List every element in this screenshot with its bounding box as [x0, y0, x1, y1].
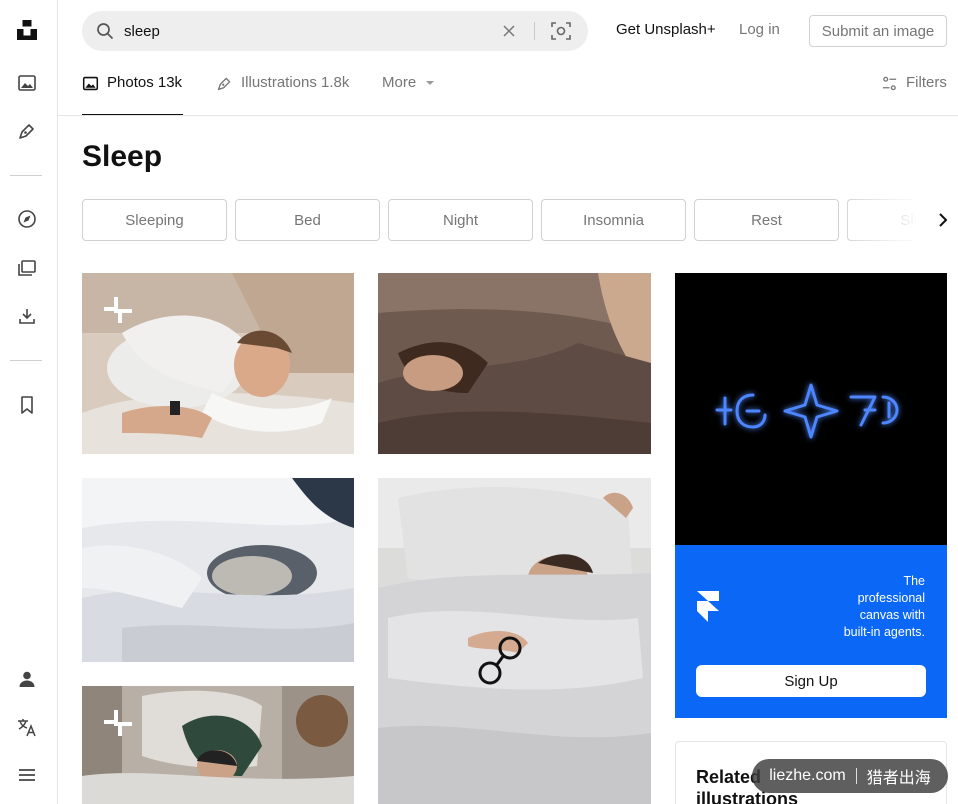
- ad-copy-line: built-in agents.: [843, 625, 925, 639]
- ad-copy: The professional canvas with built-in ag…: [775, 573, 925, 641]
- tab-more[interactable]: More: [382, 74, 436, 116]
- tab-photos[interactable]: Photos 13k: [82, 74, 183, 116]
- chevron-right-icon[interactable]: [933, 210, 953, 230]
- user-icon[interactable]: [14, 666, 40, 692]
- ad-copy-line: canvas with: [859, 608, 925, 622]
- download-icon[interactable]: [14, 303, 40, 329]
- filters-button[interactable]: Filters: [881, 74, 947, 116]
- ad-copy-line: The: [903, 574, 925, 588]
- submit-image-button[interactable]: Submit an image: [809, 15, 947, 47]
- ad-sign-up-button[interactable]: Sign Up: [696, 665, 926, 697]
- close-icon[interactable]: [500, 22, 518, 40]
- login-link[interactable]: Log in: [739, 21, 780, 38]
- tabs-divider: [58, 115, 958, 116]
- related-chip-bed[interactable]: Bed: [235, 199, 380, 241]
- pen-icon: [216, 75, 233, 96]
- tab-photos-count: 13k: [157, 74, 183, 91]
- pen-icon[interactable]: [14, 118, 40, 144]
- rail-divider: [10, 360, 42, 361]
- translate-icon[interactable]: [14, 714, 40, 740]
- related-chip-insomnia[interactable]: Insomnia: [541, 199, 686, 241]
- menu-icon[interactable]: [14, 762, 40, 788]
- unsplash-plus-icon: [102, 708, 134, 745]
- photo-woman-pillow[interactable]: [378, 478, 651, 804]
- photo-man-sleeping[interactable]: [82, 273, 354, 454]
- image-icon[interactable]: [14, 70, 40, 96]
- unsplash-plus-icon: [102, 295, 134, 332]
- filters-icon: [881, 75, 898, 96]
- framer-logo-icon: [697, 591, 719, 628]
- photo-cat-duvet[interactable]: [82, 478, 354, 662]
- tab-more-label: More: [382, 74, 417, 91]
- search-input[interactable]: [124, 19, 494, 43]
- left-rail: [0, 0, 58, 804]
- chevron-down-icon: [424, 76, 436, 93]
- image-icon: [82, 75, 99, 96]
- watermark-site: liezhe.com: [769, 767, 846, 784]
- visual-search-icon[interactable]: [550, 20, 572, 42]
- ad-artwork: [675, 273, 947, 545]
- related-searches: Sleeping Bed Night Insomnia Rest Sleep: [82, 199, 948, 241]
- filters-label: Filters: [906, 74, 947, 91]
- collections-icon[interactable]: [14, 255, 40, 281]
- ad-framer[interactable]: The professional canvas with built-in ag…: [675, 273, 947, 718]
- search-icon[interactable]: [96, 22, 114, 45]
- photo-woman-blanket[interactable]: [378, 273, 651, 454]
- photo-woman-bed-topview[interactable]: [82, 686, 354, 804]
- ad-panel: The professional canvas with built-in ag…: [675, 545, 947, 718]
- get-unsplash-plus-link[interactable]: Get Unsplash+: [616, 21, 716, 38]
- page-title: Sleep: [82, 140, 163, 173]
- watermark-brand: 猎者出海: [866, 770, 931, 787]
- tab-illustrations[interactable]: Illustrations 1.8k: [216, 74, 349, 116]
- related-chip-rest[interactable]: Rest: [694, 199, 839, 241]
- tab-illustrations-count: 1.8k: [321, 74, 350, 91]
- ad-copy-line: professional: [857, 591, 925, 605]
- rail-divider: [10, 175, 42, 176]
- watermark: liezhe.com 猎者出海: [752, 759, 948, 793]
- tab-illustrations-label: Illustrations: [241, 74, 317, 91]
- compass-icon[interactable]: [14, 206, 40, 232]
- related-chip-sleeping[interactable]: Sleeping: [82, 199, 227, 241]
- unsplash-logo-icon[interactable]: [14, 17, 40, 43]
- bookmark-icon[interactable]: [14, 392, 40, 418]
- search-bar[interactable]: [82, 11, 588, 51]
- related-chip-night[interactable]: Night: [388, 199, 533, 241]
- watermark-divider: [855, 768, 857, 784]
- search-divider: [534, 22, 535, 40]
- tab-photos-label: Photos: [107, 74, 154, 91]
